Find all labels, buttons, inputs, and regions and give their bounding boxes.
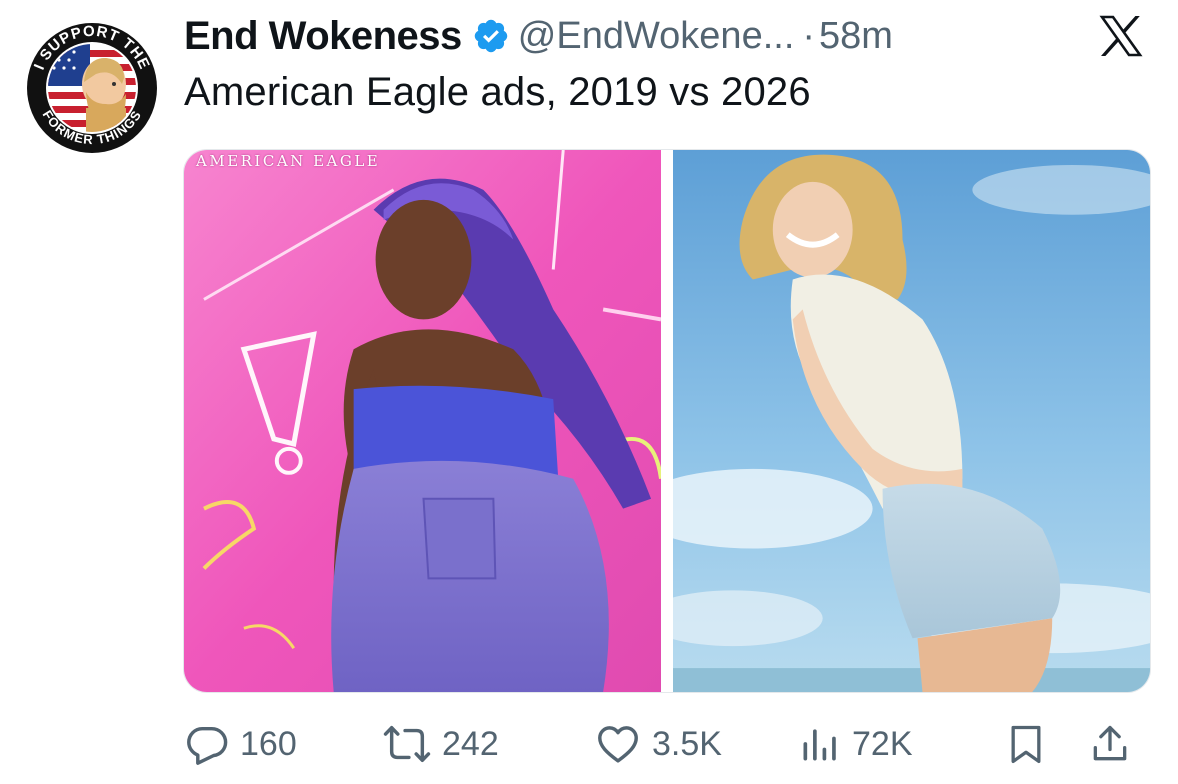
- heart-icon: [598, 726, 638, 763]
- media-photo-right[interactable]: [672, 150, 1150, 692]
- retweet-count: 242: [442, 724, 499, 763]
- like-count: 3.5K: [652, 724, 722, 763]
- views-count: 72K: [852, 724, 913, 763]
- avatar-icon: I SUPPORT THE FORMER THINGS: [27, 23, 157, 153]
- tweet-timestamp[interactable]: 58m: [819, 15, 893, 58]
- x-logo-icon[interactable]: [1096, 12, 1146, 60]
- separator-dot: ·: [802, 14, 816, 57]
- bookmark-icon: [1011, 725, 1041, 764]
- views-icon: [803, 729, 836, 761]
- photo-icon: [672, 150, 1150, 692]
- reply-icon: [187, 726, 228, 765]
- like-button[interactable]: 3.5K: [594, 716, 722, 772]
- media-divider: [661, 150, 673, 692]
- author-avatar[interactable]: I SUPPORT THE FORMER THINGS: [26, 22, 158, 154]
- views-button[interactable]: 72K: [798, 716, 913, 772]
- author-display-name[interactable]: End Wokeness: [184, 14, 462, 59]
- tweet-text: American Eagle ads, 2019 vs 2026: [184, 70, 811, 114]
- tweet-header: End Wokeness @EndWokene... · 58m: [184, 12, 893, 60]
- retweet-button[interactable]: 242: [382, 716, 499, 772]
- share-button[interactable]: [1088, 716, 1132, 772]
- media-grid: AMERICAN EAGLE: [183, 149, 1151, 693]
- photo-icon: [184, 150, 662, 692]
- retweet-icon: [383, 725, 431, 763]
- media-photo-left[interactable]: AMERICAN EAGLE: [184, 150, 662, 692]
- share-icon: [1093, 725, 1127, 761]
- tweet-action-bar: 160 242 3.5K 72K: [184, 716, 1144, 772]
- media-caption: AMERICAN EAGLE: [196, 152, 381, 170]
- author-handle[interactable]: @EndWokene...: [518, 15, 795, 58]
- reply-button[interactable]: 160: [184, 716, 297, 772]
- verified-badge-icon: [472, 17, 510, 55]
- reply-count: 160: [240, 724, 297, 763]
- bookmark-button[interactable]: [1004, 716, 1048, 772]
